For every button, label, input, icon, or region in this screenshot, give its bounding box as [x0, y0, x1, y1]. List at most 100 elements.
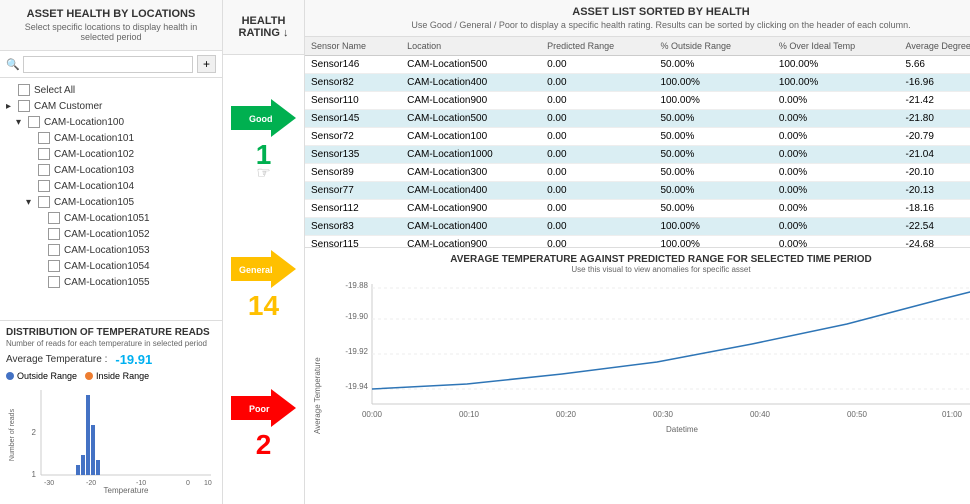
- svg-text:00:00: 00:00: [362, 410, 383, 419]
- cell-3: 50.00%: [654, 128, 772, 146]
- svg-text:-30: -30: [44, 480, 54, 487]
- cell-4: 0.00%: [773, 164, 900, 182]
- table-row[interactable]: Sensor145CAM-Location5000.0050.00%0.00%-…: [305, 110, 970, 128]
- svg-text:0: 0: [186, 480, 190, 487]
- tree-checkbox[interactable]: [38, 196, 50, 208]
- tree-item-cam-customer[interactable]: ▸CAM Customer: [0, 98, 222, 114]
- avg-temp-svg-chart: -19.88 -19.90 -19.92 -19.94 00:00 00:10 …: [322, 274, 970, 434]
- y-axis-label: Average Temperature: [311, 274, 322, 434]
- cell-0: Sensor82: [305, 74, 401, 92]
- cell-3: 50.00%: [654, 200, 772, 218]
- tree-checkbox[interactable]: [48, 228, 60, 240]
- table-row[interactable]: Sensor89CAM-Location3000.0050.00%0.00%-2…: [305, 164, 970, 182]
- general-badge[interactable]: General 14: [231, 250, 296, 322]
- asset-list-title: ASSET LIST SORTED BY HEALTH: [311, 6, 970, 18]
- tree-label: CAM-Location1055: [64, 277, 150, 288]
- table-row[interactable]: Sensor72CAM-Location1000.0050.00%0.00%-2…: [305, 128, 970, 146]
- table-row[interactable]: Sensor146CAM-Location5000.0050.00%100.00…: [305, 56, 970, 74]
- col-sensor-name[interactable]: Sensor Name: [305, 37, 401, 56]
- col-avg[interactable]: Average Degrees: [900, 37, 970, 56]
- add-button[interactable]: +: [197, 55, 216, 73]
- cell-3: 50.00%: [654, 182, 772, 200]
- cell-2: 0.00: [541, 56, 654, 74]
- tree-checkbox[interactable]: [18, 84, 30, 96]
- cell-0: Sensor112: [305, 200, 401, 218]
- legend-outside: Outside Range: [6, 371, 77, 381]
- table-row[interactable]: Sensor82CAM-Location4000.00100.00%100.00…: [305, 74, 970, 92]
- col-over[interactable]: % Over Ideal Temp: [773, 37, 900, 56]
- cell-2: 0.00: [541, 110, 654, 128]
- col-predicted[interactable]: Predicted Range: [541, 37, 654, 56]
- cell-0: Sensor110: [305, 92, 401, 110]
- cell-3: 100.00%: [654, 92, 772, 110]
- cell-2: 0.00: [541, 236, 654, 248]
- table-row[interactable]: Sensor115CAM-Location9000.00100.00%0.00%…: [305, 236, 970, 248]
- cell-4: 0.00%: [773, 218, 900, 236]
- poor-badge[interactable]: Poor 2: [231, 389, 296, 461]
- tree-item-cam-location1053[interactable]: CAM-Location1053: [0, 242, 222, 258]
- search-input[interactable]: [23, 56, 193, 73]
- tree-label: CAM-Location1051: [64, 213, 150, 224]
- svg-text:Number of reads: Number of reads: [9, 408, 16, 461]
- table-header-row: Sensor Name Location Predicted Range % O…: [305, 37, 970, 56]
- tree-checkbox[interactable]: [48, 260, 60, 272]
- tree-item-cam-location101[interactable]: CAM-Location101: [0, 130, 222, 146]
- tree-checkbox[interactable]: [38, 132, 50, 144]
- svg-text:Datetime: Datetime: [666, 425, 699, 434]
- poor-arrow-icon: Poor: [231, 389, 296, 427]
- good-arrow-icon: Good: [231, 99, 296, 137]
- svg-text:1: 1: [32, 470, 37, 479]
- table-row[interactable]: Sensor110CAM-Location9000.00100.00%0.00%…: [305, 92, 970, 110]
- tree-item-cam-location104[interactable]: CAM-Location104: [0, 178, 222, 194]
- table-row[interactable]: Sensor112CAM-Location9000.0050.00%0.00%-…: [305, 200, 970, 218]
- health-rating-title: HEALTH RATING ↓: [227, 15, 300, 39]
- table-row[interactable]: Sensor135CAM-Location10000.0050.00%0.00%…: [305, 146, 970, 164]
- col-outside[interactable]: % Outside Range: [654, 37, 772, 56]
- cell-2: 0.00: [541, 128, 654, 146]
- health-badges: Good 1 ☞ General: [223, 55, 304, 504]
- search-bar: 🔍 +: [0, 51, 222, 78]
- tree-checkbox[interactable]: [38, 164, 50, 176]
- svg-text:00:20: 00:20: [556, 410, 577, 419]
- cell-0: Sensor145: [305, 110, 401, 128]
- tree-checkbox[interactable]: [38, 148, 50, 160]
- tree-item-cam-location103[interactable]: CAM-Location103: [0, 162, 222, 178]
- poor-count: 2: [256, 429, 272, 461]
- tree-checkbox[interactable]: [28, 116, 40, 128]
- asset-table-wrapper[interactable]: Sensor Name Location Predicted Range % O…: [305, 37, 970, 247]
- col-location[interactable]: Location: [401, 37, 541, 56]
- table-row[interactable]: Sensor83CAM-Location4000.00100.00%0.00%-…: [305, 218, 970, 236]
- table-row[interactable]: Sensor77CAM-Location4000.0050.00%0.00%-2…: [305, 182, 970, 200]
- svg-text:2: 2: [32, 428, 37, 437]
- tree-checkbox[interactable]: [38, 180, 50, 192]
- tree-checkbox[interactable]: [48, 244, 60, 256]
- cell-5: -21.80: [900, 110, 970, 128]
- cell-0: Sensor83: [305, 218, 401, 236]
- right-panel: ASSET LIST SORTED BY HEALTH Use Good / G…: [305, 0, 970, 504]
- tree-item-cam-location100[interactable]: ▾CAM-Location100: [0, 114, 222, 130]
- tree-label: CAM Customer: [34, 101, 102, 112]
- tree-item-cam-location1055[interactable]: CAM-Location1055: [0, 274, 222, 290]
- tree-item-select-all[interactable]: Select All: [0, 82, 222, 98]
- main-container: ASSET HEALTH BY LOCATIONS Select specifi…: [0, 0, 970, 504]
- svg-text:-19.90: -19.90: [345, 312, 368, 321]
- tree-item-cam-location102[interactable]: CAM-Location102: [0, 146, 222, 162]
- tree-checkbox[interactable]: [48, 212, 60, 224]
- tree-item-cam-location1051[interactable]: CAM-Location1051: [0, 210, 222, 226]
- svg-text:Temperature: Temperature: [104, 486, 149, 495]
- cell-1: CAM-Location400: [401, 74, 541, 92]
- tree-checkbox[interactable]: [18, 100, 30, 112]
- cell-5: -24.68: [900, 236, 970, 248]
- tree-item-cam-location105[interactable]: ▾CAM-Location105: [0, 194, 222, 210]
- svg-text:01:00: 01:00: [942, 410, 963, 419]
- cell-4: 0.00%: [773, 110, 900, 128]
- tree-checkbox[interactable]: [48, 276, 60, 288]
- tree-item-cam-location1052[interactable]: CAM-Location1052: [0, 226, 222, 242]
- cell-1: CAM-Location900: [401, 236, 541, 248]
- cell-3: 50.00%: [654, 164, 772, 182]
- good-badge[interactable]: Good 1 ☞: [231, 99, 296, 183]
- cell-1: CAM-Location100: [401, 128, 541, 146]
- cell-2: 0.00: [541, 74, 654, 92]
- svg-text:00:30: 00:30: [653, 410, 674, 419]
- tree-item-cam-location1054[interactable]: CAM-Location1054: [0, 258, 222, 274]
